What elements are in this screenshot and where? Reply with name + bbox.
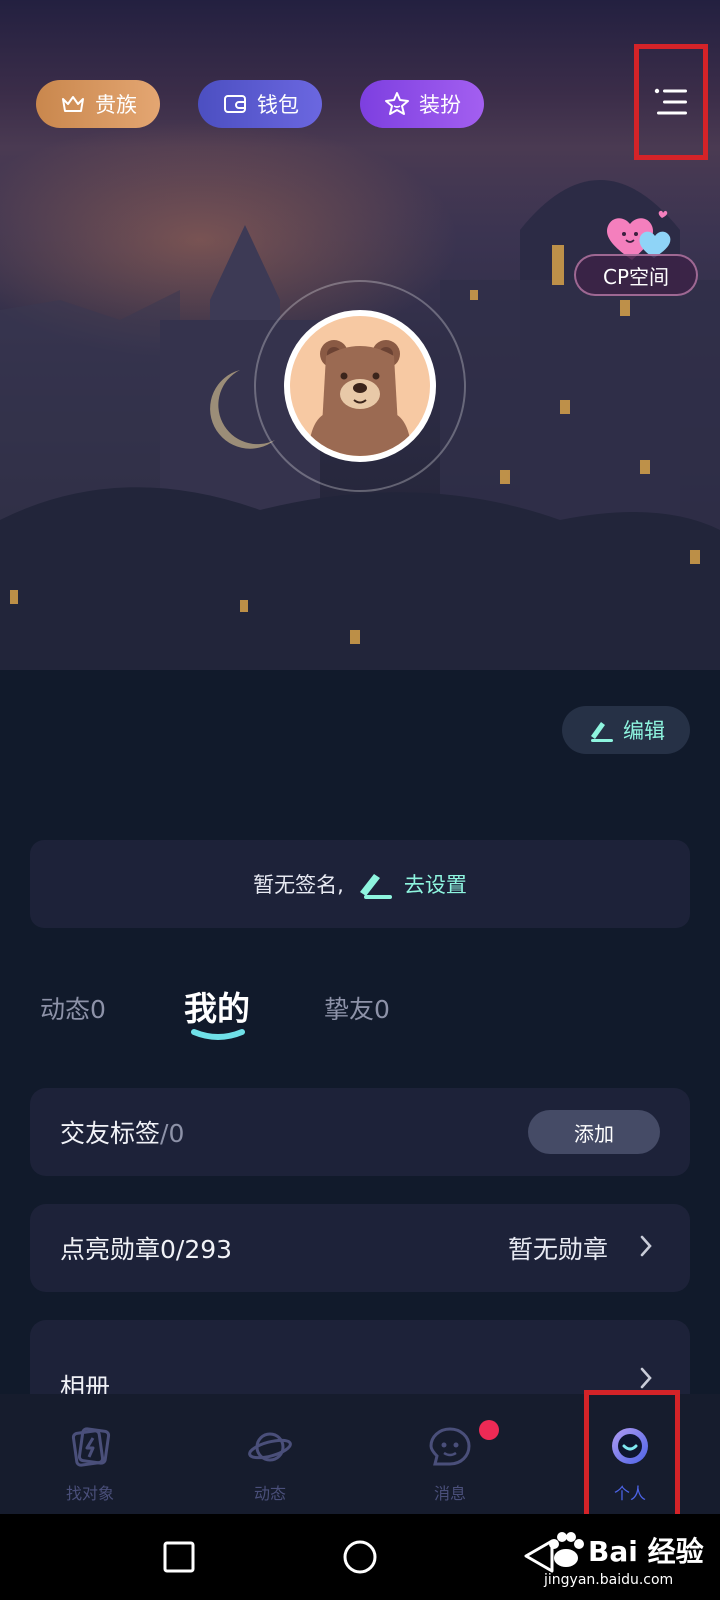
tab-moments[interactable]: 动态: [210, 1394, 330, 1514]
pen-icon: [591, 722, 613, 742]
medals-label: 点亮勋章0/293: [60, 1235, 233, 1264]
pen-icon: [359, 874, 392, 899]
lightning-card-icon: [71, 1427, 111, 1467]
medals-card[interactable]: 点亮勋章0/293 暂无勋章: [30, 1204, 690, 1292]
chevron-right-icon: [640, 1235, 652, 1257]
bear-avatar-icon: [308, 340, 412, 456]
tab-find-partner[interactable]: 找对象: [30, 1394, 150, 1514]
menu-icon: [654, 88, 687, 115]
watermark-url: jingyan.baidu.com: [544, 1572, 674, 1588]
tab-feed[interactable]: 动态0: [40, 990, 106, 1026]
noble-button[interactable]: 贵族: [36, 80, 160, 128]
add-tag-button[interactable]: 添加: [528, 1110, 660, 1154]
friend-tags-title: 交友标签/0: [60, 1114, 184, 1150]
baidu-jingyan-watermark: Bai 经验 jingyan.baidu.com: [540, 1526, 716, 1596]
wallet-button[interactable]: 钱包: [198, 80, 322, 128]
tab-close-friends[interactable]: 挚友0: [324, 990, 390, 1026]
set-signature-link[interactable]: 去设置: [404, 869, 467, 899]
avatar[interactable]: [284, 310, 436, 462]
tab-messages[interactable]: 消息: [390, 1394, 510, 1514]
chevron-right-icon: [640, 1367, 652, 1389]
recent-apps-icon[interactable]: [162, 1540, 196, 1574]
home-icon[interactable]: [341, 1538, 379, 1576]
friend-tags-count: /0: [160, 1119, 185, 1148]
unread-badge: [479, 1420, 499, 1440]
tab-messages-label: 消息: [433, 1484, 466, 1503]
chat-bubble-icon: [429, 1427, 471, 1466]
menu-button[interactable]: [634, 44, 708, 160]
wallet-icon: [224, 95, 246, 113]
crown-icon: [62, 96, 84, 112]
signature-card[interactable]: 暂无签名, 去设置: [30, 840, 690, 928]
medals-status: 暂无勋章: [507, 1235, 608, 1264]
tab-find-partner-label: 找对象: [65, 1484, 114, 1503]
cp-space-label: CP空间: [574, 254, 698, 296]
dress-up-label: 装扮: [419, 93, 461, 117]
tab-mine[interactable]: 我的: [184, 982, 250, 1030]
edit-label: 编辑: [623, 719, 665, 743]
planet-icon: [248, 1432, 292, 1462]
tab-underline: [191, 1029, 245, 1040]
dress-up-button[interactable]: 装扮: [360, 80, 484, 128]
friend-tags-card: 交友标签/0 添加: [30, 1088, 690, 1176]
paw-logo-icon: [549, 1532, 584, 1567]
profile-tabs: 动态0 我的 挚友0: [0, 989, 720, 1060]
watermark-brand: Bai 经验: [588, 1535, 704, 1568]
star-face-icon: [385, 92, 409, 115]
cp-space-button[interactable]: CP空间: [574, 210, 698, 302]
signature-text: 暂无签名,: [253, 873, 344, 897]
noble-label: 贵族: [95, 93, 137, 117]
edit-profile-button[interactable]: 编辑: [562, 706, 690, 754]
friend-tags-label: 交友标签: [60, 1119, 161, 1148]
tab-moments-label: 动态: [253, 1484, 286, 1503]
wallet-label: 钱包: [257, 93, 299, 117]
